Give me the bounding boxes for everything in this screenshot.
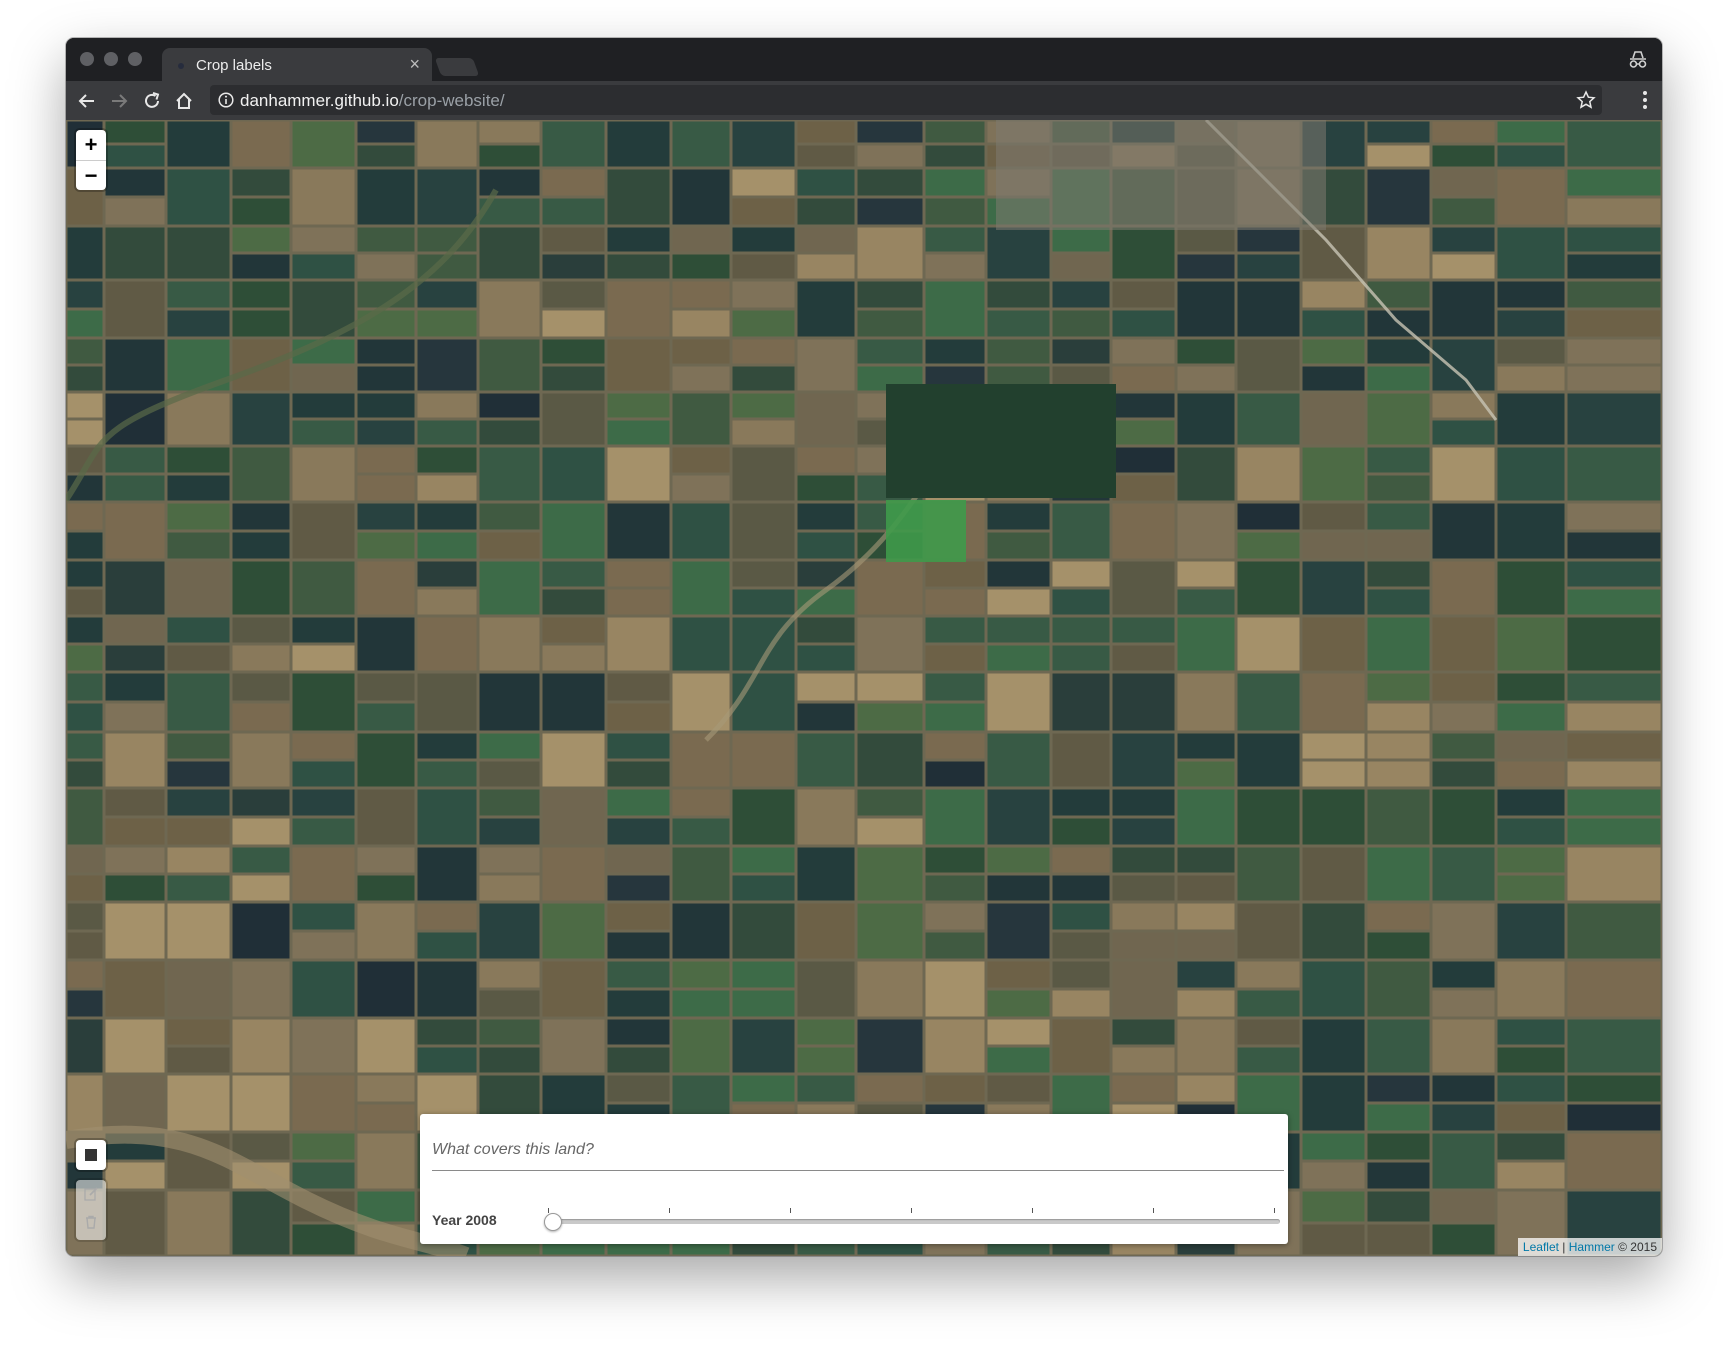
bookmark-star-icon[interactable] bbox=[1576, 90, 1596, 110]
zoom-in-button[interactable]: + bbox=[76, 130, 106, 161]
slider-tick bbox=[1032, 1208, 1033, 1213]
land-cover-input[interactable] bbox=[432, 1130, 1284, 1171]
address-bar[interactable]: danhammer.github.io/crop-website/ bbox=[210, 85, 1602, 115]
slider-track bbox=[544, 1219, 1280, 1224]
edit-icon[interactable] bbox=[83, 1186, 99, 1202]
reload-icon[interactable] bbox=[141, 90, 163, 112]
zoom-out-button[interactable]: − bbox=[76, 161, 106, 191]
copyright-text: © 2015 bbox=[1618, 1240, 1657, 1254]
trash-icon[interactable] bbox=[83, 1214, 99, 1230]
minimize-window-dot[interactable] bbox=[104, 52, 118, 66]
year-label: Year 2008 bbox=[432, 1212, 497, 1228]
close-window-dot[interactable] bbox=[80, 52, 94, 66]
favicon-icon bbox=[178, 63, 184, 69]
title-bar: Crop labels × bbox=[66, 38, 1662, 82]
year-slider[interactable] bbox=[544, 1206, 1280, 1231]
browser-toolbar: danhammer.github.io/crop-website/ bbox=[66, 81, 1662, 120]
leaflet-link[interactable]: Leaflet bbox=[1523, 1240, 1559, 1254]
forward-arrow-icon[interactable] bbox=[108, 90, 130, 112]
url-host: danhammer.github.io bbox=[240, 91, 399, 110]
hammer-link[interactable]: Hammer bbox=[1569, 1240, 1615, 1254]
square-icon bbox=[85, 1149, 97, 1161]
label-panel: Year 2008 bbox=[420, 1114, 1288, 1244]
map-attribution: Leaflet | Hammer © 2015 bbox=[1517, 1238, 1662, 1256]
slider-tick bbox=[790, 1208, 791, 1213]
new-tab-button[interactable] bbox=[434, 58, 480, 76]
back-arrow-icon[interactable] bbox=[76, 90, 98, 112]
home-icon[interactable] bbox=[173, 90, 195, 112]
attribution-separator: | bbox=[1562, 1240, 1566, 1254]
browser-window: Crop labels × danhammer.github.io/crop-w… bbox=[66, 38, 1662, 1256]
tab-title: Crop labels bbox=[196, 57, 272, 74]
menu-dots-icon[interactable] bbox=[1642, 89, 1648, 111]
slider-thumb[interactable] bbox=[544, 1213, 562, 1231]
incognito-icon bbox=[1629, 51, 1647, 68]
satellite-image bbox=[66, 120, 1662, 1256]
slider-tick bbox=[911, 1208, 912, 1213]
slider-tick bbox=[548, 1208, 549, 1213]
browser-tab[interactable]: Crop labels × bbox=[162, 48, 432, 82]
info-icon[interactable] bbox=[218, 92, 234, 108]
slider-tick bbox=[1274, 1208, 1275, 1213]
draw-rectangle-button[interactable] bbox=[76, 1140, 106, 1170]
slider-tick bbox=[1153, 1208, 1154, 1213]
map-view[interactable]: + − Year 2008 Leaflet | Ha bbox=[66, 120, 1662, 1256]
maximize-window-dot[interactable] bbox=[128, 52, 142, 66]
url-text: danhammer.github.io/crop-website/ bbox=[240, 91, 505, 111]
zoom-control: + − bbox=[76, 130, 106, 190]
url-path: /crop-website/ bbox=[398, 91, 505, 110]
slider-tick bbox=[669, 1208, 670, 1213]
tab-close-icon[interactable]: × bbox=[409, 54, 420, 74]
edit-toolbar bbox=[76, 1180, 106, 1240]
